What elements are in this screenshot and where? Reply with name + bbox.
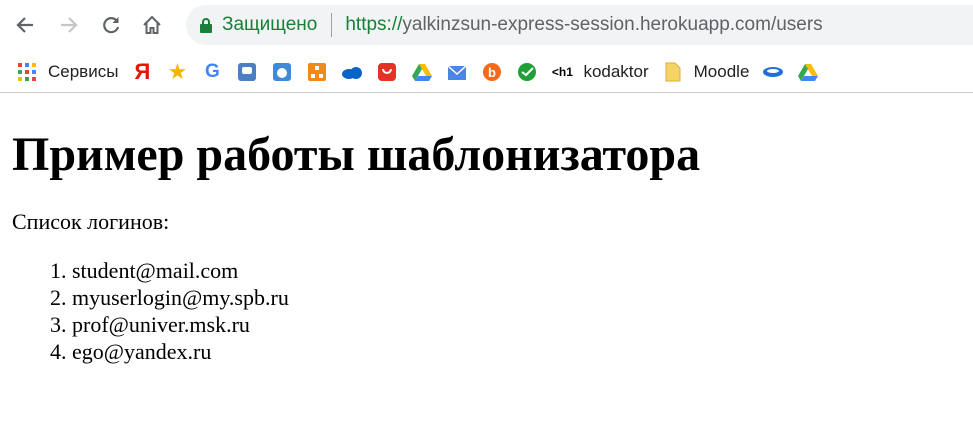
yandex-icon: Я xyxy=(134,59,151,84)
bookmark-services[interactable]: Сервисы xyxy=(16,58,118,86)
forward-button[interactable] xyxy=(54,10,84,40)
bookmark-aliexpress[interactable] xyxy=(376,58,398,86)
svg-text:b: b xyxy=(488,65,496,80)
chat-icon xyxy=(236,61,258,83)
bookmark-disk[interactable] xyxy=(762,58,784,86)
list-item: ego@yandex.ru xyxy=(72,338,961,365)
reload-button[interactable] xyxy=(96,10,126,40)
home-button[interactable] xyxy=(137,10,167,40)
logins-list: student@mail.com myuserlogin@my.spb.ru p… xyxy=(12,257,961,365)
mail-icon xyxy=(446,61,468,83)
arrow-right-icon xyxy=(61,17,78,33)
bookmark-mail[interactable] xyxy=(446,58,468,86)
url-text[interactable]: https://yalkinzsun-express-session.herok… xyxy=(345,14,822,36)
lock-icon xyxy=(199,17,213,33)
bookmark-label: Moodle xyxy=(693,62,750,81)
sberbank-icon xyxy=(516,61,538,83)
arrow-left-icon xyxy=(16,17,33,33)
bookmark-sberbank[interactable] xyxy=(516,58,538,86)
folder-icon xyxy=(662,61,684,83)
disk-icon xyxy=(762,61,784,83)
bookmarks-bar: Сервисы Я ★ G b <h1 kodaktor Moodle xyxy=(0,52,973,93)
logins-intro: Список логинов: xyxy=(12,209,170,234)
bookmark-star[interactable]: ★ xyxy=(166,58,188,86)
bookmark-cloud[interactable] xyxy=(271,58,293,86)
bookmark-network[interactable] xyxy=(306,58,328,86)
url-host: yalkinzsun-express-session.herokuapp.com xyxy=(402,14,771,35)
bookmark-label: Сервисы xyxy=(48,62,119,81)
drive-icon-2 xyxy=(797,61,819,83)
network-icon xyxy=(306,61,328,83)
bookmark-moodle[interactable]: Moodle xyxy=(662,58,750,86)
bookmark-b[interactable]: b xyxy=(481,58,503,86)
page-title: Пример работы шаблонизатора xyxy=(12,128,701,181)
cloud-sync-icon xyxy=(271,61,293,83)
bookmark-kodaktor[interactable]: <h1 kodaktor xyxy=(551,58,649,86)
back-button[interactable] xyxy=(10,10,40,40)
drive-icon xyxy=(411,61,433,83)
onedrive-icon xyxy=(341,61,363,83)
bookmark-drive[interactable] xyxy=(411,58,433,86)
bookmark-label: kodaktor xyxy=(583,62,649,81)
reload-icon xyxy=(103,17,120,34)
bookmark-google[interactable]: G xyxy=(201,58,223,86)
home-icon xyxy=(143,15,161,34)
url-scheme: https:// xyxy=(345,14,403,35)
list-item: student@mail.com xyxy=(72,257,961,284)
h1-icon: <h1 xyxy=(551,65,573,79)
bookmark-onedrive[interactable] xyxy=(341,58,363,86)
bookmark-yandex[interactable]: Я xyxy=(131,58,153,86)
address-bar[interactable]: Защищено https://yalkinzsun-express-sess… xyxy=(186,5,973,45)
star-icon: ★ xyxy=(167,59,188,84)
aliexpress-icon xyxy=(376,61,398,83)
list-item: myuserlogin@my.spb.ru xyxy=(72,284,961,311)
list-item: prof@univer.msk.ru xyxy=(72,311,961,338)
b-icon: b xyxy=(481,61,503,83)
bookmark-chat[interactable] xyxy=(236,58,258,86)
page-content: Пример работы шаблонизатора Список логин… xyxy=(0,127,973,365)
apps-grid-icon xyxy=(16,61,38,83)
google-icon: G xyxy=(205,61,220,82)
browser-toolbar: Защищено https://yalkinzsun-express-sess… xyxy=(0,0,973,52)
separator xyxy=(331,13,333,37)
bookmark-drive-2[interactable] xyxy=(797,58,819,86)
url-path: /users xyxy=(770,14,823,35)
secure-label: Защищено xyxy=(222,14,318,35)
